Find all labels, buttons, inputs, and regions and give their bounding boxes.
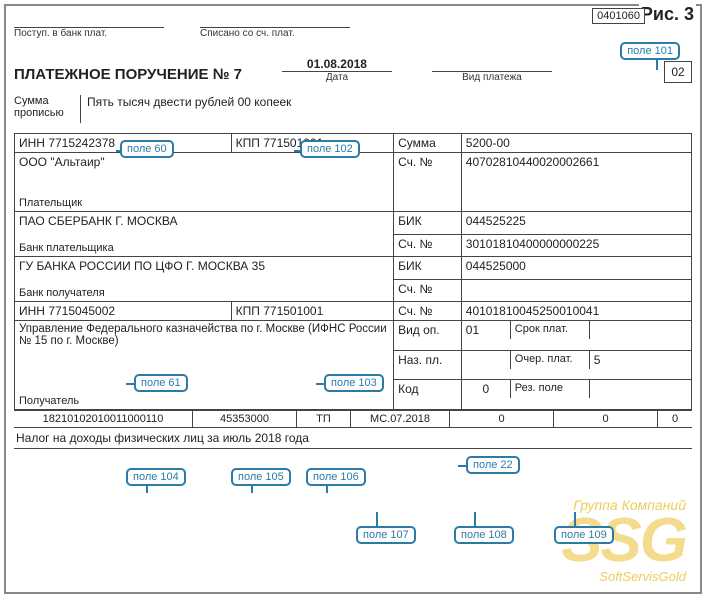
payer-bank-acc: 30101810400000000225: [461, 234, 691, 257]
recip-acc-label: Сч. №: [394, 302, 462, 321]
debited-label: Списано со сч. плат.: [200, 28, 350, 39]
watermark-top: Группа Компаний: [561, 497, 686, 513]
recip-kpp: 771501001: [263, 304, 323, 318]
recip-bank-caption: Банк получателя: [19, 287, 105, 299]
payer-caption: Плательщик: [19, 197, 82, 209]
recip-inn: 7715045002: [48, 304, 115, 318]
sum-words-label: Сумма прописью: [14, 95, 74, 119]
sum-value: 5200-00: [461, 134, 691, 153]
srok-label: Срок плат.: [511, 321, 590, 339]
naz-pl-value: [462, 351, 511, 369]
payment-type-value: [432, 57, 552, 72]
title-row: ПЛАТЕЖНОЕ ПОРУЧЕНИЕ № 7 01.08.2018 Дата …: [14, 57, 692, 83]
callout-107: поле 107: [356, 526, 416, 544]
sum-label: Сумма: [394, 134, 462, 153]
payer-acc-label: Сч. №: [394, 153, 462, 183]
ocher-value: 5: [590, 351, 691, 369]
kod-label: Код: [394, 380, 462, 410]
recip-bank-bik-label: БИК: [394, 257, 462, 280]
field-106: ТП: [297, 411, 351, 427]
figure-label: Рис. 3: [639, 4, 696, 25]
field-110: 0: [658, 411, 692, 427]
callout-61: поле 61: [134, 374, 188, 392]
callout-60: поле 60: [120, 140, 174, 158]
callout-109: поле 109: [554, 526, 614, 544]
callout-22: поле 22: [466, 456, 520, 474]
recip-bank-bik: 044525000: [461, 257, 691, 280]
form-code: 0401060: [592, 8, 645, 24]
callout-106: поле 106: [306, 468, 366, 486]
document-title: ПЛАТЕЖНОЕ ПОРУЧЕНИЕ № 7: [14, 66, 242, 83]
payer-acc: 40702810440020002661: [461, 153, 691, 183]
rez-label: Рез. поле: [511, 380, 590, 398]
vid-op-value: 01: [462, 321, 511, 339]
field-108: 0: [450, 411, 554, 427]
naz-pl-label: Наз. пл.: [394, 350, 462, 380]
recip-name: Управление Федерального казначейства по …: [19, 323, 389, 347]
vid-op-label: Вид оп.: [394, 321, 462, 351]
document-frame: Рис. 3 0401060 Поступ. в банк плат. Спис…: [4, 4, 702, 594]
payer-inn-label: ИНН: [19, 136, 45, 150]
tax-fields-row: 18210102010011000110 45353000 ТП МС.07.2…: [14, 410, 692, 428]
date-value: 01.08.2018: [282, 57, 392, 72]
status-box: 02: [664, 61, 692, 83]
callout-101: поле 101: [620, 42, 680, 60]
received-field: [14, 14, 164, 28]
recip-caption: Получатель: [19, 395, 79, 407]
kod-value: 0: [462, 380, 511, 398]
payer-bank-name: ПАО СБЕРБАНК Г. МОСКВА: [19, 214, 389, 228]
rez-value: [590, 380, 691, 398]
field-105: 45353000: [193, 411, 297, 427]
received-label: Поступ. в банк плат.: [14, 28, 164, 39]
payment-type-label: Вид платежа: [462, 72, 522, 83]
callout-108: поле 108: [454, 526, 514, 544]
date-label: Дата: [326, 72, 348, 83]
field-107: МС.07.2018: [351, 411, 450, 427]
recip-kpp-label: КПП: [236, 304, 260, 318]
callout-105: поле 105: [231, 468, 291, 486]
srok-value: [590, 321, 691, 339]
recip-inn-label: ИНН: [19, 304, 45, 318]
payment-purpose: Налог на доходы физических лиц за июль 2…: [14, 428, 692, 449]
callout-103: поле 103: [324, 374, 384, 392]
sum-words-row: Сумма прописью Пять тысяч двести рублей …: [14, 95, 692, 123]
field-109: 0: [554, 411, 658, 427]
payer-bank-bik-label: БИК: [394, 212, 462, 235]
payer-kpp-label: КПП: [236, 136, 260, 150]
payer-bank-acc-label: Сч. №: [394, 234, 462, 257]
debited-field: [200, 14, 350, 28]
recip-acc: 40101810045250010041: [461, 302, 691, 321]
payer-inn: 7715242378: [48, 136, 115, 150]
sum-words-value: Пять тысяч двести рублей 00 копеек: [80, 95, 692, 123]
payer-bank-caption: Банк плательщика: [19, 242, 114, 254]
recip-bank-acc-label: Сч. №: [394, 279, 462, 302]
recip-bank-name: ГУ БАНКА РОССИИ ПО ЦФО Г. МОСКВА 35: [19, 259, 389, 273]
main-grid: ИНН 7715242378 КПП 771501001 Сумма 5200-…: [14, 133, 692, 410]
field-104: 18210102010011000110: [14, 411, 193, 427]
callout-104: поле 104: [126, 468, 186, 486]
header-row: Поступ. в банк плат. Списано со сч. плат…: [14, 14, 692, 39]
recip-bank-acc: [461, 279, 691, 302]
callout-102: поле 102: [300, 140, 360, 158]
ocher-label: Очер. плат.: [511, 351, 590, 369]
watermark-bottom: SoftServisGold: [561, 569, 686, 584]
payer-bank-bik: 044525225: [461, 212, 691, 235]
